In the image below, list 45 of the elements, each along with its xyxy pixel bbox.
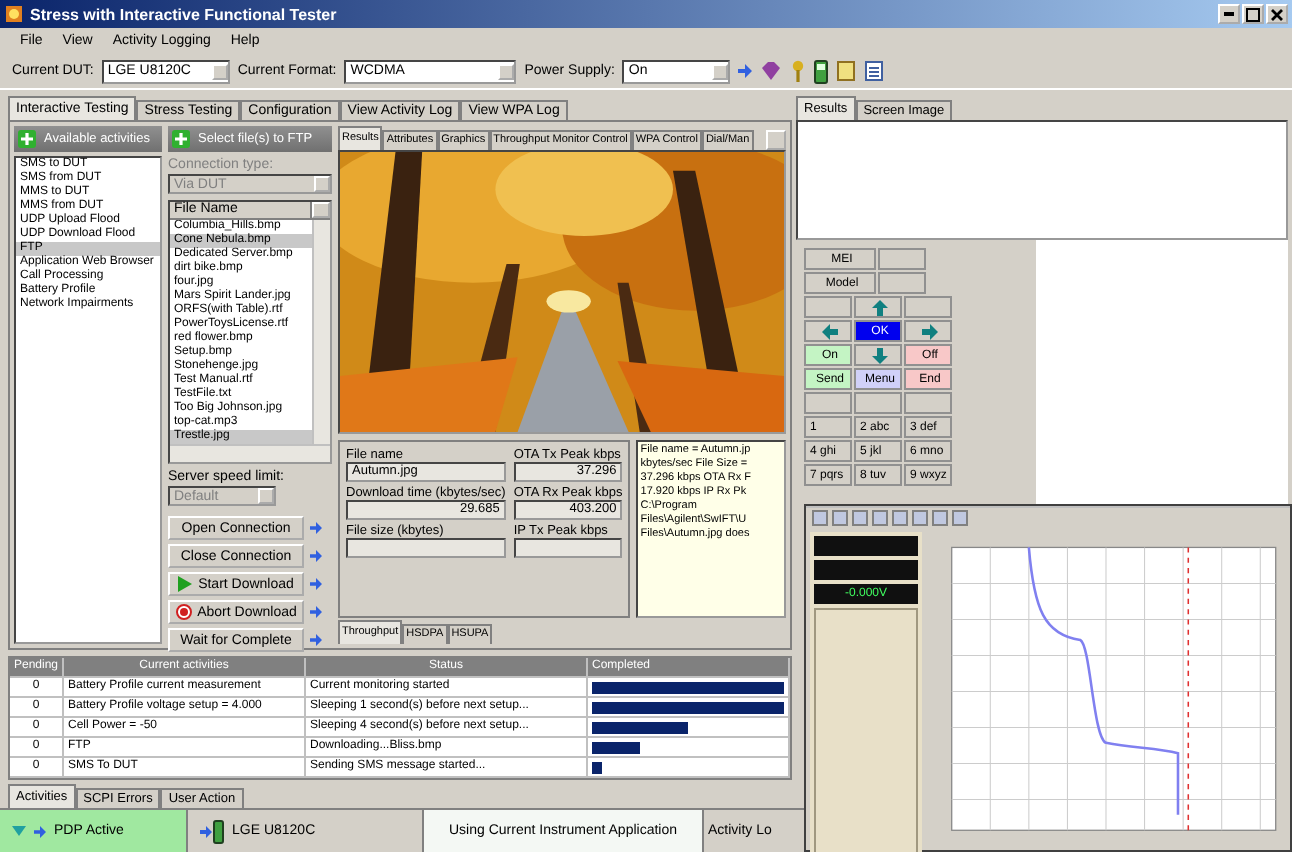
maximize-icon (1246, 7, 1260, 21)
arrow-icon[interactable] (738, 64, 753, 78)
blank-key[interactable] (904, 392, 952, 414)
vertical-scrollbar[interactable] (312, 220, 330, 444)
down-arrow-icon (872, 347, 888, 363)
right-arrow-icon (922, 323, 938, 339)
blank-key[interactable] (804, 392, 852, 414)
minimize-icon (1224, 12, 1234, 16)
plus-icon (172, 130, 190, 148)
arrow-key[interactable] (854, 344, 902, 366)
readout-display (814, 536, 918, 556)
blank-key[interactable] (904, 296, 952, 318)
arrow-key[interactable] (804, 320, 852, 342)
arrow-icon (310, 578, 322, 590)
phone-icon[interactable] (814, 59, 829, 83)
stop-icon (175, 604, 192, 620)
horizontal-scrollbar[interactable] (170, 444, 330, 462)
blank-key[interactable] (854, 392, 902, 414)
arrow-icon (34, 825, 46, 837)
arrow-icon (310, 606, 322, 618)
close-icon (1270, 7, 1284, 21)
blank-key[interactable] (878, 272, 926, 294)
arrow-key[interactable] (904, 320, 952, 342)
app-icon (4, 4, 24, 24)
phone-icon (200, 819, 224, 843)
blank-key[interactable] (878, 248, 926, 270)
gem-icon[interactable] (760, 60, 783, 82)
list-icon[interactable] (864, 60, 885, 82)
tab-scroll-button[interactable] (766, 130, 786, 150)
close-button[interactable] (1266, 4, 1288, 24)
window-title: Stress with Interactive Functional Tester (30, 5, 337, 23)
sort-button[interactable] (312, 202, 330, 218)
left-arrow-icon (822, 323, 838, 339)
blank-key[interactable] (804, 296, 852, 318)
arrow-icon (310, 634, 322, 646)
minimize-button[interactable] (1218, 4, 1240, 24)
arrow-key[interactable] (854, 296, 902, 318)
readout-display (814, 560, 918, 580)
value-field (513, 538, 623, 558)
up-arrow-icon (872, 299, 888, 315)
plus-icon (18, 130, 36, 148)
arrow-icon (310, 550, 322, 562)
arrow-icon (310, 522, 322, 534)
play-icon (178, 576, 193, 592)
maximize-button[interactable] (1242, 4, 1264, 24)
